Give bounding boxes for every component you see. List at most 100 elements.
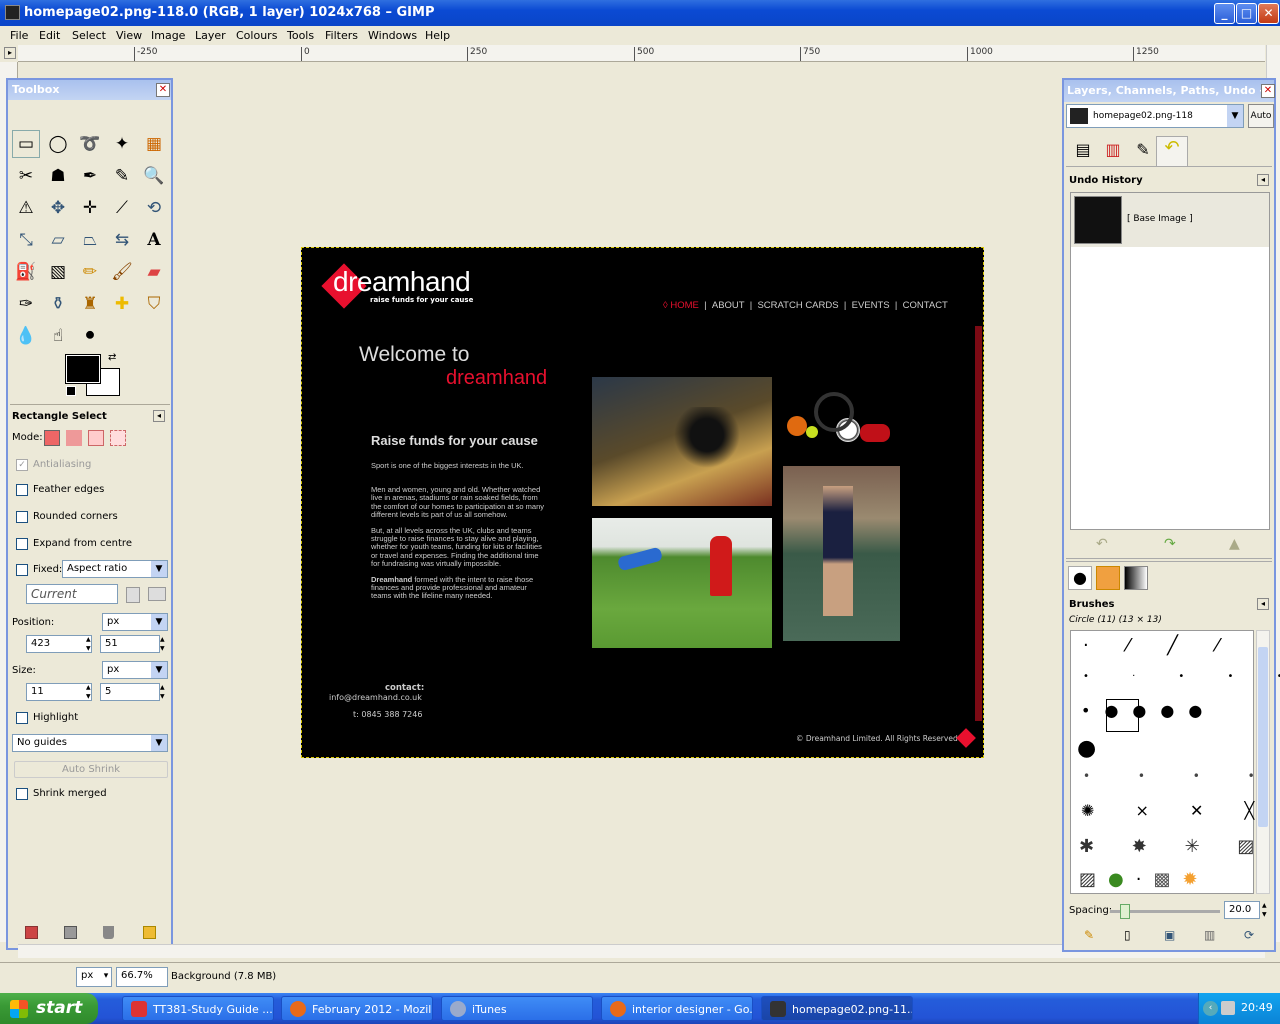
save-options-icon[interactable] xyxy=(25,926,38,939)
menu-file[interactable]: File xyxy=(10,29,28,42)
tray-expand-icon[interactable]: ‹ xyxy=(1203,1001,1218,1016)
spacing-stepper[interactable]: ▲ ▼ xyxy=(1262,901,1270,919)
refresh-brushes-icon[interactable]: ⟳ xyxy=(1244,928,1254,942)
duplicate-brush-icon[interactable]: ▣ xyxy=(1164,928,1175,942)
task-interior-designer[interactable]: interior designer - Go... xyxy=(601,996,753,1021)
move-tool[interactable]: ✥ xyxy=(44,194,72,222)
rect-select-tool[interactable]: ▭ xyxy=(12,130,40,158)
swap-colors-icon[interactable]: ⇄ xyxy=(108,352,116,363)
bucket-fill-tool[interactable]: ⛽ xyxy=(12,258,40,286)
start-button[interactable]: start xyxy=(0,993,98,1024)
tab-patterns[interactable] xyxy=(1096,566,1120,590)
landscape-icon[interactable] xyxy=(148,587,166,601)
measure-tool[interactable]: ⚠ xyxy=(12,194,40,222)
menu-view[interactable]: View xyxy=(116,29,142,42)
redo-icon[interactable]: ↷ xyxy=(1164,536,1176,552)
shrink-merged-checkbox[interactable] xyxy=(16,788,28,800)
guides-select[interactable]: No guides ▼ xyxy=(12,734,168,752)
close-button[interactable]: ✕ xyxy=(1258,3,1279,24)
select-by-color-tool[interactable]: ▦ xyxy=(140,130,168,158)
rotate-tool[interactable]: ⟲ xyxy=(140,194,168,222)
zoom-select[interactable]: 66.7% xyxy=(116,967,168,987)
reset-options-icon[interactable] xyxy=(143,926,156,939)
tab-channels[interactable]: ▥ xyxy=(1100,140,1126,166)
paths-tool[interactable]: ✒ xyxy=(76,162,104,190)
task-gimp-homepage[interactable]: homepage02.png-11... xyxy=(761,996,913,1021)
restore-options-icon[interactable] xyxy=(64,926,77,939)
scissors-tool[interactable]: ✂ xyxy=(12,162,40,190)
crop-tool[interactable]: ⟋ xyxy=(108,194,136,222)
expand-from-centre-checkbox[interactable] xyxy=(16,538,28,550)
nav-events[interactable]: EVENTS xyxy=(852,300,890,311)
tray-network-icon[interactable] xyxy=(1221,1001,1235,1015)
menu-layer[interactable]: Layer xyxy=(195,29,226,42)
brushes-menu-icon[interactable]: ◂ xyxy=(1257,598,1269,610)
feather-edges-checkbox[interactable] xyxy=(16,484,28,496)
tab-undo[interactable]: ↶ xyxy=(1156,136,1188,166)
menu-filters[interactable]: Filters xyxy=(325,29,358,42)
delete-brush-icon[interactable]: ▥ xyxy=(1204,928,1215,942)
text-tool[interactable]: A xyxy=(140,226,168,254)
eraser-tool[interactable]: ▰ xyxy=(140,258,168,286)
blend-tool[interactable]: ▧ xyxy=(44,258,72,286)
menu-help[interactable]: Help xyxy=(425,29,450,42)
menu-select[interactable]: Select xyxy=(72,29,106,42)
size-h-input[interactable]: 5 xyxy=(100,683,160,701)
foreground-select-tool[interactable]: ☗ xyxy=(44,162,72,190)
menu-tools[interactable]: Tools xyxy=(287,29,314,42)
minimize-button[interactable]: _ xyxy=(1214,3,1235,24)
current-ratio-field[interactable]: Current xyxy=(26,584,118,604)
position-x-stepper[interactable]: ▲ ▼ xyxy=(86,635,94,653)
nav-home[interactable]: HOME xyxy=(670,300,699,311)
fixed-mode-select[interactable]: Aspect ratio ▼ xyxy=(62,560,168,578)
mode-intersect-icon[interactable] xyxy=(110,430,126,446)
menu-windows[interactable]: Windows xyxy=(368,29,417,42)
undo-list[interactable]: [ Base Image ] xyxy=(1070,192,1270,530)
menu-edit[interactable]: Edit xyxy=(39,29,60,42)
brush-scrollbar[interactable] xyxy=(1256,630,1270,894)
airbrush-tool[interactable]: ✑ xyxy=(12,290,40,318)
highlight-checkbox[interactable] xyxy=(16,712,28,724)
size-unit-select[interactable]: px ▼ xyxy=(102,661,168,679)
color-picker-tool[interactable]: ✎ xyxy=(108,162,136,190)
undo-icon[interactable]: ↶ xyxy=(1096,536,1108,552)
rounded-corners-checkbox[interactable] xyxy=(16,511,28,523)
heal-tool[interactable]: ✚ xyxy=(108,290,136,318)
size-w-input[interactable]: 11 xyxy=(26,683,92,701)
perspective-tool[interactable]: ⏢ xyxy=(76,226,104,254)
position-y-input[interactable]: 51 xyxy=(100,635,160,653)
fuzzy-select-tool[interactable]: ✦ xyxy=(108,130,136,158)
brush-selected[interactable] xyxy=(1106,699,1139,732)
nav-contact[interactable]: CONTACT xyxy=(903,300,948,311)
ellipse-select-tool[interactable]: ◯ xyxy=(44,130,72,158)
nav-scratch-cards[interactable]: SCRATCH CARDS xyxy=(757,300,838,311)
ruler-corner-button[interactable]: ▸ xyxy=(4,47,16,59)
spacing-slider[interactable] xyxy=(1110,904,1220,919)
brush-grid[interactable]: · ⁄ ╱ ⁄ • · • • • •●●●● ● • • • • • ✺ × … xyxy=(1070,630,1280,894)
position-unit-select[interactable]: px ▼ xyxy=(102,613,168,631)
task-itunes[interactable]: iTunes xyxy=(441,996,593,1021)
dodge-burn-tool[interactable]: ⚫ xyxy=(76,322,104,350)
align-tool[interactable]: ✛ xyxy=(76,194,104,222)
ink-tool[interactable]: ⚱ xyxy=(44,290,72,318)
contact-email[interactable]: info@dreamhand.co.uk xyxy=(329,693,422,702)
tab-brushes[interactable]: ● xyxy=(1068,566,1092,590)
undo-menu-icon[interactable]: ◂ xyxy=(1257,174,1269,186)
size-w-stepper[interactable]: ▲ ▼ xyxy=(86,683,94,701)
undo-item-selected[interactable]: [ Base Image ] xyxy=(1071,193,1269,247)
brush-scroll-thumb[interactable] xyxy=(1258,647,1268,827)
delete-options-icon[interactable] xyxy=(103,926,114,939)
free-select-tool[interactable]: ➰ xyxy=(76,130,104,158)
image-select[interactable]: homepage02.png-118 ▼ xyxy=(1066,104,1244,128)
position-y-stepper[interactable]: ▲ ▼ xyxy=(160,635,168,653)
smudge-tool[interactable]: ☝ xyxy=(44,322,72,350)
spacing-slider-handle[interactable] xyxy=(1120,904,1130,919)
maximize-button[interactable]: □ xyxy=(1236,3,1257,24)
clone-tool[interactable]: ♜ xyxy=(76,290,104,318)
unit-select[interactable]: px ▾ xyxy=(76,967,112,987)
menu-image[interactable]: Image xyxy=(151,29,185,42)
zoom-tool[interactable]: 🔍 xyxy=(140,162,168,190)
antialiasing-checkbox[interactable]: ✓ xyxy=(16,459,28,471)
spacing-input[interactable]: 20.0 xyxy=(1224,901,1260,919)
toolbox-close-icon[interactable]: ✕ xyxy=(156,83,170,97)
